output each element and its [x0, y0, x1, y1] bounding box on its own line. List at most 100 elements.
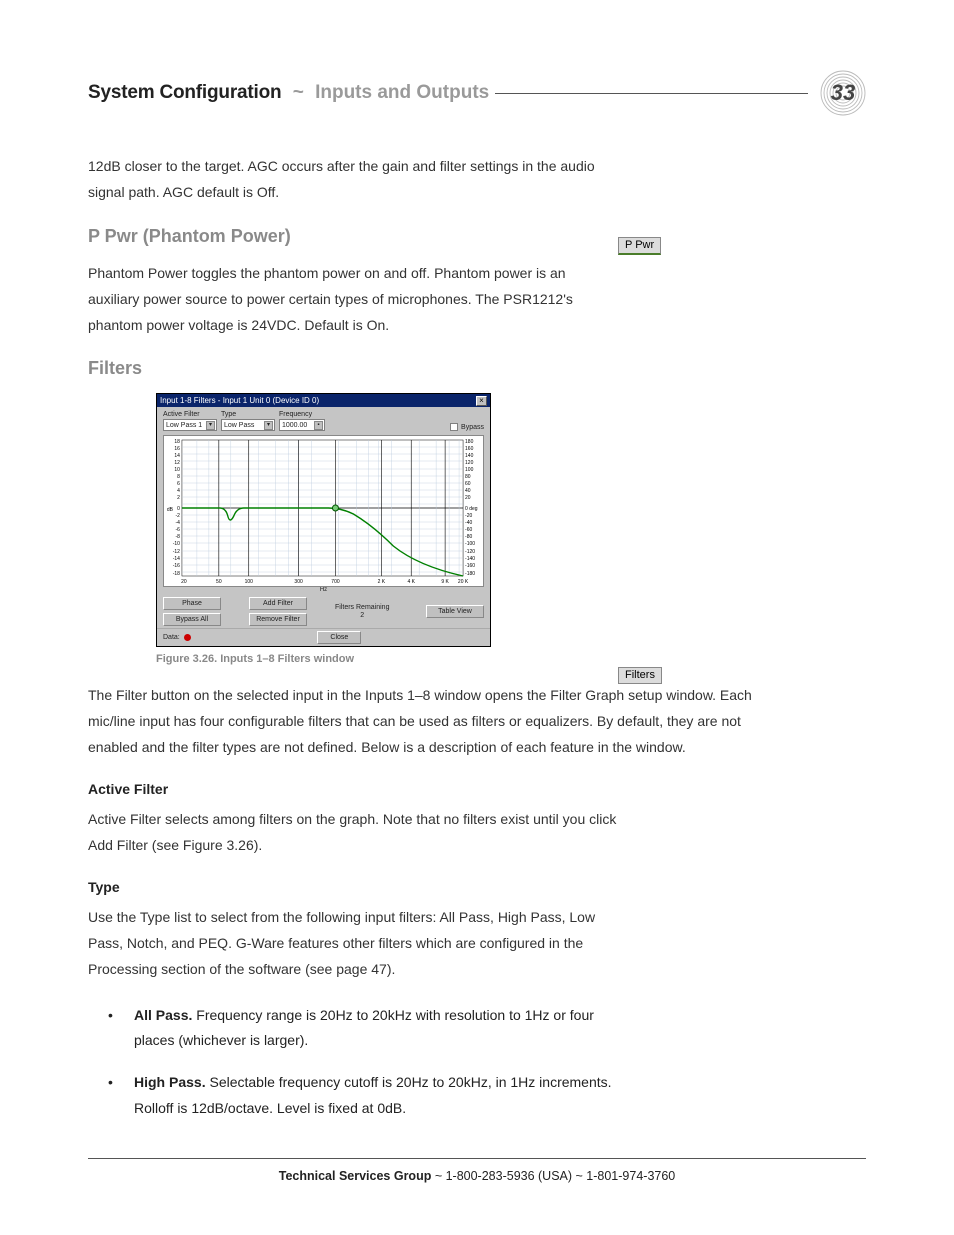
svg-text:0: 0: [177, 506, 180, 512]
svg-text:-180: -180: [465, 571, 475, 577]
window-button-row: Phase Bypass All Add Filter Remove Filte…: [157, 595, 490, 628]
filters-button[interactable]: Filters: [618, 667, 662, 684]
svg-text:-20: -20: [465, 513, 472, 519]
svg-text:18: 18: [174, 439, 180, 445]
bypass-label: Bypass: [461, 424, 484, 431]
svg-text:6: 6: [177, 481, 180, 487]
add-filter-button[interactable]: Add Filter: [249, 597, 307, 610]
svg-text:-160: -160: [465, 563, 475, 569]
checkbox-icon: [450, 423, 458, 431]
svg-text:-4: -4: [176, 520, 181, 526]
figure-caption: Figure 3.26. Inputs 1–8 Filters window: [156, 653, 618, 665]
svg-text:-2: -2: [176, 513, 181, 519]
svg-text:20: 20: [181, 579, 187, 585]
svg-text:4: 4: [177, 488, 180, 494]
type-paragraph: Use the Type list to select from the fol…: [88, 905, 618, 983]
svg-text:-140: -140: [465, 556, 475, 562]
svg-text:-10: -10: [173, 541, 180, 547]
svg-text:100: 100: [465, 467, 474, 473]
svg-text:-6: -6: [176, 527, 181, 533]
window-data-row: Data: Close: [157, 628, 490, 646]
remove-filter-button[interactable]: Remove Filter: [249, 613, 307, 626]
status-dot-icon: [184, 634, 191, 641]
active-filter-field: Active Filter Low Pass 1▾: [163, 411, 217, 431]
filters-paragraph: The Filter button on the selected input …: [88, 683, 788, 761]
ppwr-heading: P Pwr (Phantom Power): [88, 226, 618, 247]
svg-text:60: 60: [465, 481, 471, 487]
svg-text:180: 180: [465, 439, 474, 445]
type-label: Type: [221, 411, 275, 418]
svg-text:14: 14: [174, 453, 180, 459]
svg-text:50: 50: [216, 579, 222, 585]
window-controls-row: Active Filter Low Pass 1▾ Type Low Pass▾…: [157, 407, 490, 431]
filters-remaining: Filters Remaining 2: [335, 604, 389, 621]
svg-text:2 K: 2 K: [378, 579, 386, 585]
phase-button[interactable]: Phase: [163, 597, 221, 610]
svg-text:700: 700: [331, 579, 340, 585]
header-sep: ~: [287, 82, 309, 104]
list-item: High Pass. Selectable frequency cutoff i…: [116, 1070, 618, 1122]
type-heading: Type: [88, 879, 618, 895]
svg-text:-18: -18: [173, 571, 180, 577]
svg-text:120: 120: [465, 460, 474, 466]
data-label: Data:: [163, 634, 180, 641]
svg-text:dB: dB: [167, 507, 174, 513]
frequency-label: Frequency: [279, 411, 325, 418]
bypass-all-button[interactable]: Bypass All: [163, 613, 221, 626]
x-axis-label: Hz: [157, 587, 490, 595]
body-column: 12dB closer to the target. AGC occurs af…: [88, 154, 618, 1122]
svg-text:-16: -16: [173, 563, 180, 569]
close-icon[interactable]: ×: [476, 396, 487, 406]
svg-text:-40: -40: [465, 520, 472, 526]
svg-text:0 deg: 0 deg: [465, 506, 478, 512]
page-footer: Technical Services Group ~ 1-800-283-593…: [88, 1158, 866, 1183]
type-field: Type Low Pass▾: [221, 411, 275, 431]
intro-paragraph: 12dB closer to the target. AGC occurs af…: [88, 154, 618, 206]
svg-text:2: 2: [177, 495, 180, 501]
type-bullet-list: All Pass. Frequency range is 20Hz to 20k…: [88, 1003, 618, 1123]
page-number: 33: [831, 80, 855, 106]
active-filter-select[interactable]: Low Pass 1▾: [163, 419, 217, 431]
bullet-text: Selectable frequency cutoff is 20Hz to 2…: [134, 1074, 612, 1116]
ppwr-button[interactable]: P Pwr: [618, 237, 661, 255]
active-filter-label: Active Filter: [163, 411, 217, 418]
bypass-checkbox[interactable]: Bypass: [450, 423, 484, 431]
svg-text:40: 40: [465, 488, 471, 494]
svg-text:-8: -8: [176, 534, 181, 540]
svg-text:16: 16: [174, 446, 180, 452]
footer-rest: ~ 1-800-283-5936 (USA) ~ 1-801-974-3760: [431, 1169, 675, 1183]
bullet-label: High Pass.: [134, 1074, 206, 1090]
header-subtitle: Inputs and Outputs: [315, 82, 489, 104]
header-title: System Configuration: [88, 82, 281, 104]
svg-text:-14: -14: [173, 556, 180, 562]
spinner-icon: ▪: [314, 421, 323, 430]
svg-text:-120: -120: [465, 549, 475, 555]
svg-text:9 K: 9 K: [441, 579, 449, 585]
table-view-button[interactable]: Table View: [426, 605, 484, 618]
type-select[interactable]: Low Pass▾: [221, 419, 275, 431]
svg-text:4 K: 4 K: [407, 579, 415, 585]
svg-text:160: 160: [465, 446, 474, 452]
frequency-field: Frequency 1000.00▪: [279, 411, 325, 431]
chevron-down-icon: ▾: [264, 421, 273, 430]
page-header: System Configuration ~ Inputs and Output…: [88, 70, 866, 116]
svg-text:-100: -100: [465, 541, 475, 547]
filter-response-chart[interactable]: 181614 12108 642 0-2-4 -6-8-10 -12-14-16…: [163, 435, 484, 587]
header-rule: [495, 93, 808, 94]
svg-text:-60: -60: [465, 527, 472, 533]
window-title: Input 1-8 Filters - Input 1 Unit 0 (Devi…: [160, 396, 319, 405]
svg-text:300: 300: [294, 579, 303, 585]
bullet-text: Frequency range is 20Hz to 20kHz with re…: [134, 1007, 594, 1049]
active-filter-paragraph: Active Filter selects among filters on t…: [88, 807, 618, 859]
ppwr-paragraph: Phantom Power toggles the phantom power …: [88, 261, 618, 339]
page-number-badge: 33: [820, 70, 866, 116]
active-filter-heading: Active Filter: [88, 781, 618, 797]
svg-text:80: 80: [465, 474, 471, 480]
chevron-down-icon: ▾: [206, 421, 215, 430]
footer-label: Technical Services Group: [279, 1169, 432, 1183]
frequency-input[interactable]: 1000.00▪: [279, 419, 325, 431]
svg-text:12: 12: [174, 460, 180, 466]
close-button[interactable]: Close: [317, 631, 361, 644]
list-item: All Pass. Frequency range is 20Hz to 20k…: [116, 1003, 618, 1055]
svg-text:8: 8: [177, 474, 180, 480]
